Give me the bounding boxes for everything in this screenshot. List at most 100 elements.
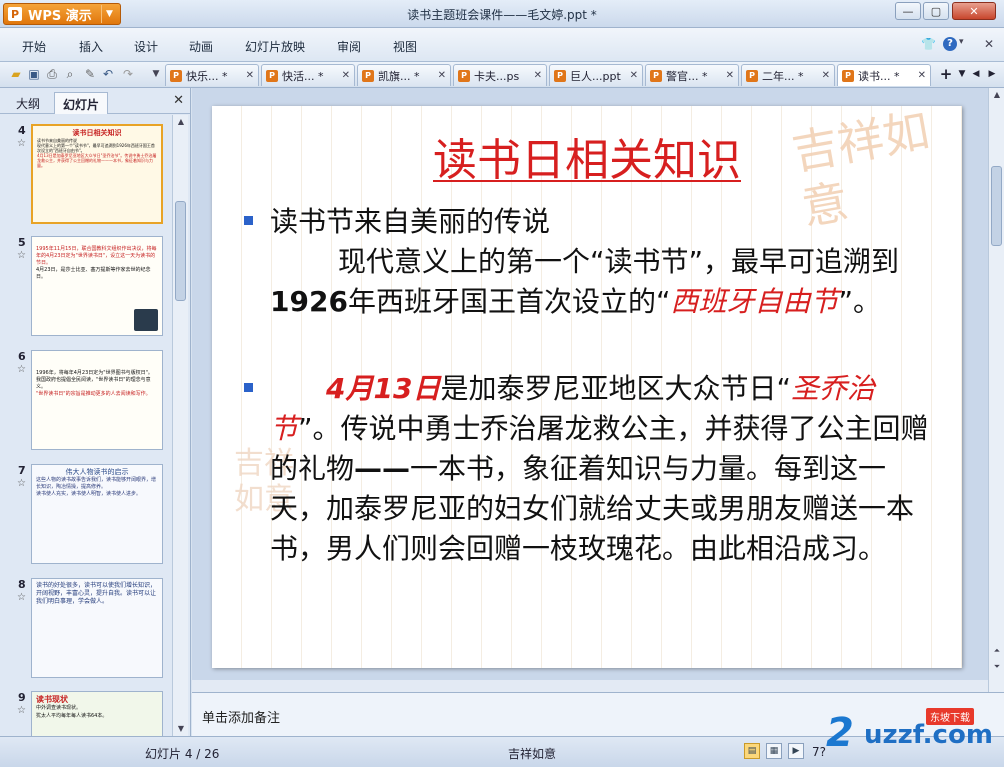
new-tab-icon[interactable]: + <box>938 66 954 82</box>
maximize-button[interactable]: ▢ <box>923 2 949 20</box>
ppt-file-icon: P <box>650 69 662 82</box>
doc-tab-7[interactable]: P 二年... * ✕ <box>741 64 835 86</box>
thumbnail-image: 读书的好处很多，读书可以使我们增长知识，开阔视野，丰富心灵，提升自我。读书可以让… <box>31 578 163 678</box>
save-icon[interactable]: ▣ <box>26 66 42 82</box>
menu-review[interactable]: 审阅 <box>337 38 361 55</box>
thumbnail-image: 1996年，将每年4月23日定为"世界图书与版权日"。 我国政府也提倡全民阅读，… <box>31 350 163 450</box>
bullet-2[interactable]: 4月13日是加泰罗尼亚地区大众节日“圣乔治节”。传说中勇士乔治屠龙救公主，并获得… <box>244 369 934 569</box>
slide-thumbnail-7[interactable]: 7 ☆ 伟大人物读书的启示 这些人物的读书故事告诉我们，读书能够开阔眼界，增长知… <box>0 464 172 574</box>
open-folder-icon[interactable]: ▰ <box>8 66 24 82</box>
slide-sorter-icon[interactable]: ▦ <box>766 743 782 759</box>
thumb-line: 4月13日是加泰罗尼亚地区大众节日"圣乔治节"。传说中勇士乔治屠龙救公主，并获得… <box>37 153 157 168</box>
bullet-2-text-a: 是加泰罗尼亚地区大众节日“ <box>440 372 791 405</box>
menu-view[interactable]: 视图 <box>393 38 417 55</box>
thumbnail-image: 读书现状 中外调查读书现状。 犹太人平均每年每人读书64本。 <box>31 691 163 736</box>
slideshow-icon[interactable]: ▶ <box>788 743 804 759</box>
doc-tab-4[interactable]: P 卡夫...ps ✕ <box>453 64 547 86</box>
zoom-level[interactable]: 7? <box>812 745 826 759</box>
tab-label: 快乐... * <box>186 69 228 83</box>
doc-tab-5[interactable]: P 巨人...ppt ✕ <box>549 64 643 86</box>
tab-close-icon[interactable]: ✕ <box>722 70 734 81</box>
editor-horizontal-scrollbar[interactable] <box>192 680 988 692</box>
close-button[interactable]: ✕ <box>952 2 996 20</box>
editor-vertical-scrollbar[interactable]: ▲ ⏶ ⏷ <box>988 88 1004 692</box>
bullet-1-text-b: 年西班牙国王首次设立的“ <box>347 285 671 318</box>
ppt-file-icon: P <box>842 69 854 82</box>
toolbar-customize-icon[interactable]: ▼ <box>148 66 164 82</box>
thumbnail-image: 1995年11月15日，联合国教科文组织作出决议，将每年的4月23日定为"世界读… <box>31 236 163 336</box>
tab-close-icon[interactable]: ✕ <box>818 70 830 81</box>
slide-counter: 幻灯片 4 / 26 <box>145 747 220 761</box>
tab-label: 卡夫...ps <box>474 69 520 83</box>
panel-scrollbar[interactable]: ▲ ▼ <box>172 115 188 736</box>
panel-close-icon[interactable]: ✕ <box>173 93 184 108</box>
tab-close-icon[interactable]: ✕ <box>434 70 446 81</box>
thumb-line: 读书使人充实，读书使人明智，读书使人进步。 <box>36 491 142 497</box>
slide-thumbnail-5[interactable]: 5 ☆ 1995年11月15日，联合国教科文组织作出决议，将每年的4月23日定为… <box>0 236 172 346</box>
redo-icon[interactable]: ↷ <box>120 66 136 82</box>
tab-close-icon[interactable]: ✕ <box>914 70 926 81</box>
ribbon-close-icon[interactable]: ✕ <box>984 37 994 51</box>
animation-star-icon: ☆ <box>17 705 26 716</box>
doc-tab-2[interactable]: P 快活... * ✕ <box>261 64 355 86</box>
undo-icon[interactable]: ↶ <box>100 66 116 82</box>
thumbnail-image: 读书日相关知识 读书节来自美丽的传说 现代意义上的第一个"读书节"，最早可追溯到… <box>31 124 163 224</box>
ppt-file-icon: P <box>458 69 470 82</box>
menu-bar: 开始 插入 设计 动画 幻灯片放映 审阅 视图 👕 ? ▾ ✕ <box>0 28 1004 62</box>
bullet-2-date: 4月13日 <box>326 372 441 405</box>
menu-slideshow[interactable]: 幻灯片放映 <box>245 38 305 55</box>
scroll-thumb[interactable] <box>991 166 1002 246</box>
slide-thumbnail-9[interactable]: 9 ☆ 读书现状 中外调查读书现状。 犹太人平均每年每人读书64本。 <box>0 691 172 736</box>
tab-close-icon[interactable]: ✕ <box>626 70 638 81</box>
slides-panel: 大纲 幻灯片 ✕ 4 ☆ 读书日相关知识 读书节来自美丽的传说 现代意义上的第一… <box>0 88 191 736</box>
minimize-button[interactable]: — <box>895 2 921 20</box>
tab-close-icon[interactable]: ✕ <box>242 70 254 81</box>
tab-scroll-right-icon[interactable]: ▶ <box>984 66 1000 82</box>
print-icon[interactable]: ⎙ <box>44 66 60 82</box>
tab-scroll-left-icon[interactable]: ◀ <box>968 66 984 82</box>
doc-tab-1[interactable]: P 快乐... * ✕ <box>165 64 259 86</box>
menu-animation[interactable]: 动画 <box>189 38 213 55</box>
bullet-1[interactable]: 读书节来自美丽的传说 现代意义上的第一个“读书节”，最早可追溯到 1926年西班牙… <box>244 202 934 322</box>
help-chevron-icon[interactable]: ▾ <box>959 37 964 47</box>
slide-thumbnail-6[interactable]: 6 ☆ 1996年，将每年4月23日定为"世界图书与版权日"。 我国政府也提倡全… <box>0 350 172 460</box>
prev-slide-icon[interactable]: ⏶ <box>991 644 1003 658</box>
skin-icon[interactable]: 👕 <box>921 37 936 51</box>
help-icon[interactable]: ? <box>943 37 957 51</box>
thumbnail-image: 伟大人物读书的启示 这些人物的读书故事告诉我们，读书能够开阔眼界，增长知识，陶冶… <box>31 464 163 564</box>
watermark-tag: 东坡下载 <box>926 708 974 725</box>
document-title: 读书主题班会课件——毛文婷.ppt * <box>407 8 597 22</box>
thumb-line: 读书的好处很多，读书可以使我们增长知识，开阔视野，丰富心灵，提升自我。读书可以让… <box>36 582 157 605</box>
tab-close-icon[interactable]: ✕ <box>338 70 350 81</box>
slide-thumbnail-4[interactable]: 4 ☆ 读书日相关知识 读书节来自美丽的传说 现代意义上的第一个"读书节"，最早… <box>0 124 172 234</box>
slide-canvas[interactable]: 吉祥如意 吉祥如意 读书日相关知识 读书节来自美丽的传说 现代意义上的第一个“读… <box>212 106 962 668</box>
print-preview-icon[interactable]: ⌕ <box>62 66 78 82</box>
tab-outline[interactable]: 大纲 <box>8 92 48 114</box>
scroll-up-icon[interactable]: ▲ <box>991 88 1003 102</box>
scroll-up-icon[interactable]: ▲ <box>175 115 187 129</box>
slide-title[interactable]: 读书日相关知识 <box>212 124 962 188</box>
slide-number: 7 <box>18 464 26 477</box>
title-bar: P WPS 演示 ▼ 读书主题班会课件——毛文婷.ppt * — ▢ ✕ <box>0 0 1004 28</box>
doc-tab-6[interactable]: P 警官... * ✕ <box>645 64 739 86</box>
menu-home[interactable]: 开始 <box>22 38 46 55</box>
panel-tabs: 大纲 幻灯片 ✕ <box>0 88 190 114</box>
bullet-1-text-c: ”。 <box>838 285 881 318</box>
format-painter-icon[interactable]: ✎ <box>82 66 98 82</box>
doc-tab-8-active[interactable]: P 读书... * ✕ <box>837 64 931 86</box>
ppt-file-icon: P <box>362 69 374 82</box>
tab-close-icon[interactable]: ✕ <box>530 70 542 81</box>
thumb-title: 伟大人物读书的启示 <box>65 468 129 476</box>
doc-tab-3[interactable]: P 凯旗... * ✕ <box>357 64 451 86</box>
menu-insert[interactable]: 插入 <box>79 38 103 55</box>
next-slide-icon[interactable]: ⏷ <box>991 660 1003 674</box>
thumb-title: 读书现状 <box>36 695 68 704</box>
slide-thumbnail-8[interactable]: 8 ☆ 读书的好处很多，读书可以使我们增长知识，开阔视野，丰富心灵，提升自我。读… <box>0 578 172 688</box>
tab-slides[interactable]: 幻灯片 <box>54 92 109 114</box>
normal-view-icon[interactable]: ▤ <box>744 743 760 759</box>
scroll-down-icon[interactable]: ▼ <box>175 722 187 736</box>
tab-label: 快活... * <box>282 69 324 83</box>
scroll-thumb[interactable] <box>175 201 186 301</box>
notes-placeholder[interactable]: 单击添加备注 <box>202 707 280 726</box>
menu-design[interactable]: 设计 <box>134 38 158 55</box>
